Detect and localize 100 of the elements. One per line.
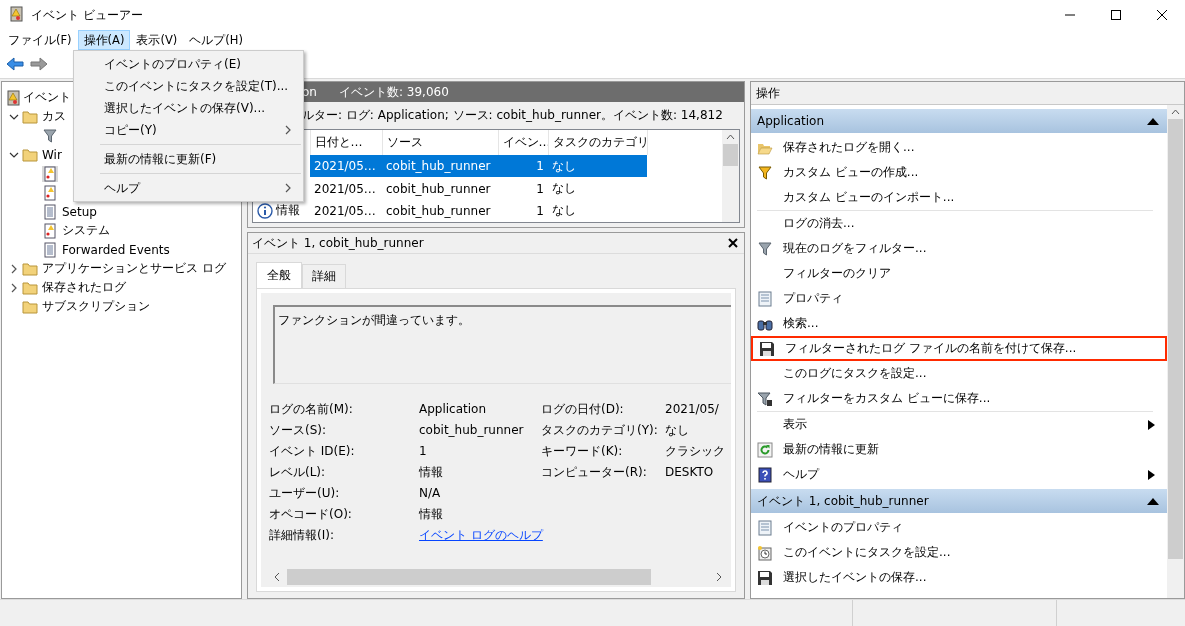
event-count: イベント数: 39,060 bbox=[338, 83, 449, 101]
action-item[interactable]: 選択したイベントの保存... bbox=[751, 565, 1167, 590]
tree-item[interactable]: アプリケーションとサービス ログ bbox=[42, 260, 226, 277]
action-item[interactable]: プロパティ bbox=[751, 286, 1167, 311]
action-item[interactable]: 最新の情報に更新 bbox=[751, 437, 1167, 462]
table-cell: 2021/05… bbox=[314, 203, 376, 218]
tree-item[interactable]: サブスクリプション bbox=[42, 298, 150, 315]
help-icon bbox=[757, 466, 773, 483]
folder-icon bbox=[22, 279, 38, 296]
action-item[interactable]: このイベントにタスクを設定... bbox=[751, 540, 1167, 565]
scroll-thumb[interactable] bbox=[287, 569, 651, 585]
folder-icon bbox=[22, 260, 38, 277]
table-cell: 情報 bbox=[276, 202, 300, 220]
field-value: 情報 bbox=[419, 506, 444, 523]
section-title: Application bbox=[757, 114, 825, 128]
action-item[interactable]: このログにタスクを設定... bbox=[751, 361, 1167, 386]
action-item[interactable]: 現在のログをフィルター... bbox=[751, 236, 1167, 261]
field-label: キーワード(K): bbox=[541, 443, 624, 460]
tree-item[interactable]: Setup bbox=[62, 204, 97, 219]
field-label: 詳細情報(I): bbox=[269, 527, 335, 544]
close-icon[interactable] bbox=[728, 238, 738, 248]
section-header[interactable]: Application bbox=[751, 109, 1167, 133]
help-link[interactable]: イベント ログのヘルプ bbox=[419, 528, 543, 542]
action-item[interactable]: イベントのプロパティ bbox=[751, 515, 1167, 540]
log-warning-icon bbox=[42, 165, 58, 182]
menu-item[interactable]: 選択したイベントの保存(V)... bbox=[74, 97, 303, 119]
action-item[interactable]: 表示 bbox=[751, 412, 1167, 437]
event-log-icon bbox=[6, 89, 22, 106]
field-value: N/A bbox=[419, 485, 442, 502]
tree-item[interactable]: イベント bbox=[23, 89, 71, 106]
refresh-icon bbox=[757, 441, 773, 458]
info-icon bbox=[257, 202, 273, 219]
scrollbar[interactable] bbox=[273, 569, 723, 585]
action-item[interactable]: 保存されたログを開く... bbox=[751, 135, 1167, 160]
action-item[interactable]: ヘルプ bbox=[751, 462, 1167, 487]
section-title: イベント 1, cobit_hub_runner bbox=[757, 492, 929, 510]
action-item[interactable]: フィルターのクリア bbox=[751, 261, 1167, 286]
pane-title: 操作 bbox=[756, 84, 780, 102]
chevron-right-icon[interactable] bbox=[9, 282, 19, 293]
maximize-icon[interactable] bbox=[1111, 10, 1121, 20]
scrollbar[interactable] bbox=[1167, 105, 1184, 598]
scroll-thumb[interactable] bbox=[1168, 119, 1183, 559]
menu-item[interactable]: ヘルプ(H) bbox=[183, 30, 249, 50]
tree-item[interactable]: Wir bbox=[42, 147, 62, 162]
field-label: ユーザー(U): bbox=[269, 485, 341, 502]
log-warning-icon bbox=[42, 184, 58, 201]
scroll-thumb[interactable] bbox=[723, 144, 738, 166]
scrollbar[interactable] bbox=[722, 130, 739, 222]
scroll-left-icon[interactable] bbox=[273, 572, 281, 582]
menu-item[interactable]: コピー(Y) bbox=[74, 119, 303, 141]
tree-item[interactable]: Forwarded Events bbox=[62, 242, 170, 257]
table-cell: なし bbox=[552, 181, 576, 196]
table-cell: なし bbox=[552, 158, 576, 173]
window-title: イベント ビューアー bbox=[31, 6, 144, 24]
tab[interactable]: 詳細 bbox=[302, 264, 346, 288]
close-icon[interactable] bbox=[1157, 10, 1167, 20]
submenu-chevron-icon[interactable] bbox=[283, 125, 293, 135]
tree-item[interactable]: システム bbox=[62, 222, 110, 239]
funnel-icon bbox=[757, 240, 773, 257]
menu-item[interactable]: 表示(V) bbox=[130, 30, 184, 50]
field-value: DESKTO bbox=[665, 464, 715, 481]
menu-item[interactable]: イベントのプロパティ(E) bbox=[74, 53, 303, 75]
field-value: cobit_hub_runner bbox=[419, 422, 525, 439]
properties-icon bbox=[757, 290, 773, 307]
action-item[interactable]: カスタム ビューの作成... bbox=[751, 160, 1167, 185]
tree-item[interactable]: カス bbox=[42, 108, 66, 125]
table-cell: cobit_hub_runner bbox=[386, 159, 491, 174]
forward-button[interactable] bbox=[30, 56, 48, 72]
folder-icon bbox=[22, 298, 38, 315]
field-label: ソース(S): bbox=[269, 422, 328, 439]
table-cell: なし bbox=[552, 203, 576, 218]
menu-item[interactable]: ファイル(F) bbox=[2, 30, 78, 50]
tab[interactable]: 全般 bbox=[256, 262, 302, 288]
chevron-right-icon[interactable] bbox=[9, 263, 19, 274]
field-label: ログの日付(D): bbox=[541, 401, 625, 418]
collapse-arrow-icon[interactable] bbox=[1147, 117, 1159, 125]
action-item[interactable]: ログの消去... bbox=[751, 211, 1167, 236]
submenu-chevron-icon[interactable] bbox=[283, 183, 293, 193]
collapse-arrow-icon[interactable] bbox=[1147, 497, 1159, 505]
field-value: なし bbox=[665, 422, 690, 439]
table-cell: 1 bbox=[536, 203, 544, 218]
scroll-right-icon[interactable] bbox=[715, 572, 723, 582]
detail-title: イベント 1, cobit_hub_runner bbox=[252, 234, 424, 252]
clock-icon bbox=[757, 544, 773, 561]
back-button[interactable] bbox=[6, 56, 24, 72]
action-item[interactable]: カスタム ビューのインポート... bbox=[751, 185, 1167, 210]
properties-icon bbox=[757, 519, 773, 536]
action-item[interactable]: フィルターをカスタム ビューに保存... bbox=[751, 386, 1167, 411]
tree-item[interactable]: 保存されたログ bbox=[42, 279, 126, 296]
action-item[interactable]: フィルターされたログ ファイルの名前を付けて保存... bbox=[751, 336, 1167, 361]
field-value: クラシック bbox=[665, 443, 726, 460]
field-label: ログの名前(M): bbox=[269, 401, 354, 418]
funnel-icon bbox=[42, 127, 58, 144]
table-row[interactable]: 情報 2021/05… cobit_hub_runner 1 なし bbox=[253, 199, 647, 222]
action-item[interactable]: 検索... bbox=[751, 311, 1167, 336]
section-header[interactable]: イベント 1, cobit_hub_runner bbox=[751, 489, 1167, 513]
table-cell: 1 bbox=[536, 181, 544, 196]
field-label: タスクのカテゴリ(Y): bbox=[541, 422, 659, 439]
menu-item[interactable]: このイベントにタスクを設定(T)... bbox=[74, 75, 303, 97]
menu-item[interactable]: 操作(A) bbox=[77, 30, 131, 50]
